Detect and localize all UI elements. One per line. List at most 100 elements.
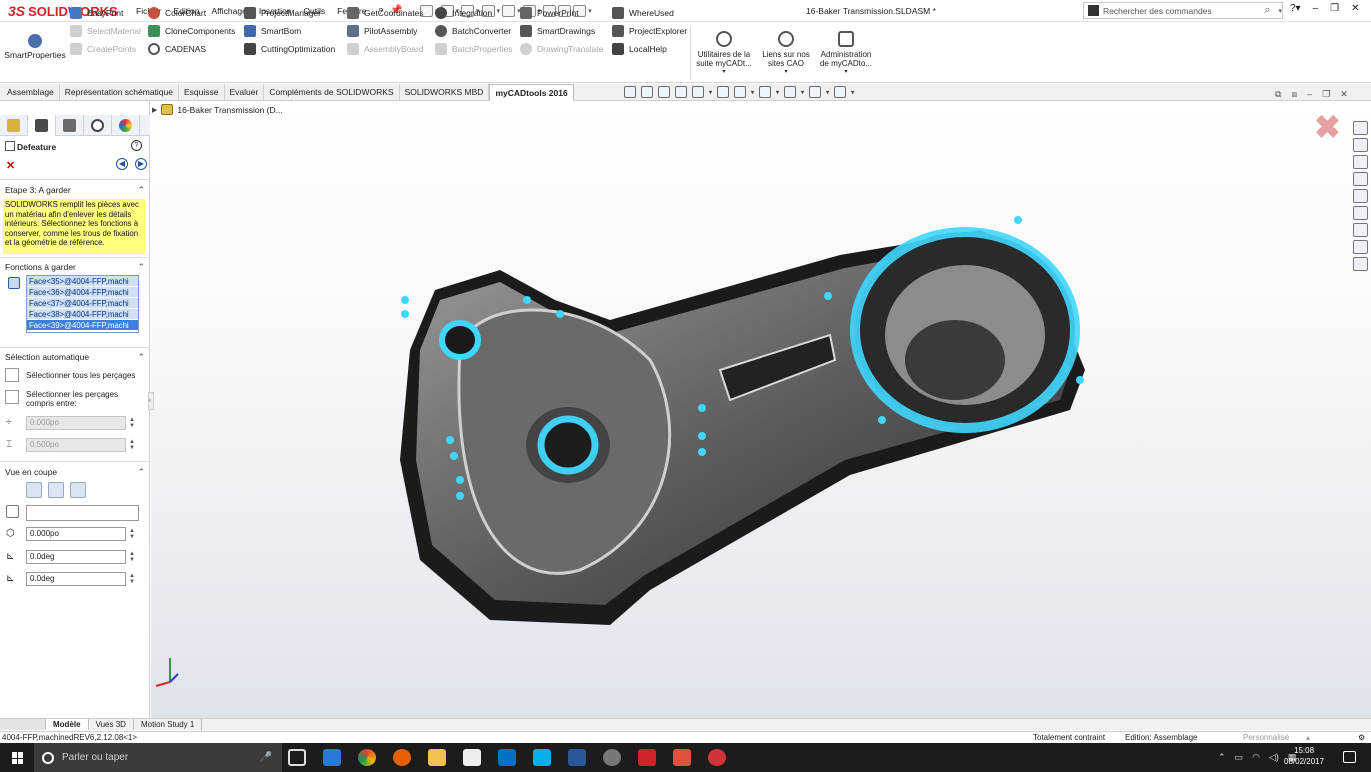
powerprint-button[interactable]: PowerPrint xyxy=(520,4,603,22)
top-plane-icon[interactable] xyxy=(48,482,64,498)
rotate-x-stepper[interactable]: ▲ ▼ xyxy=(129,551,135,563)
flyout-feature-tree[interactable]: ▶ 16-Baker Transmission (D... xyxy=(152,104,283,115)
section-reference-field[interactable] xyxy=(26,505,139,521)
restore-icon[interactable]: ❐ xyxy=(1330,3,1339,14)
tools-pane-icon[interactable] xyxy=(1353,257,1368,271)
section-view-icon[interactable] xyxy=(675,86,687,98)
dynamic-annotation-icon[interactable] xyxy=(692,86,704,98)
collapse-icon[interactable]: ⌃ xyxy=(137,467,145,478)
list-item[interactable]: Face<39>@4004-FFP,machi xyxy=(27,320,138,331)
select-holes-between-button[interactable] xyxy=(5,390,19,404)
section-view-header[interactable]: Vue en coupe ⌃ xyxy=(5,467,145,478)
network-icon[interactable]: ◠ xyxy=(1252,752,1260,763)
minimize-icon[interactable]: – xyxy=(1313,3,1319,14)
tab-feature-manager[interactable] xyxy=(0,115,28,136)
tab-dimxpert[interactable] xyxy=(84,115,112,136)
easyprint-button[interactable]: EasyPrint xyxy=(70,4,141,22)
viewport-minimize-icon[interactable]: – xyxy=(1307,89,1312,100)
tab-evaluer[interactable]: Evaluer xyxy=(225,84,265,101)
clonecomponents-button[interactable]: CloneComponents xyxy=(148,22,235,40)
getcoordinates-button[interactable]: GetCoordinates xyxy=(347,4,424,22)
file-explorer-icon[interactable] xyxy=(1353,155,1368,169)
help-icon[interactable]: ?▾ xyxy=(1290,3,1301,14)
solidworks-taskbar-icon[interactable] xyxy=(638,749,656,766)
collapse-icon[interactable]: ⌃ xyxy=(137,352,145,363)
smartdrawings-button[interactable]: SmartDrawings xyxy=(520,22,603,40)
next-arrow-icon[interactable]: ▶ xyxy=(135,158,147,170)
display-style-icon[interactable] xyxy=(734,86,747,98)
clock[interactable]: 15:08 08/02/2017 xyxy=(1284,745,1324,767)
zoom-area-icon[interactable] xyxy=(641,86,653,98)
microphone-icon[interactable]: 🎤 xyxy=(260,752,272,763)
design-library-icon[interactable] xyxy=(1353,138,1368,152)
expand-arrow-icon[interactable]: ▶ xyxy=(152,106,157,114)
colorchart-button[interactable]: ColorChart xyxy=(148,4,235,22)
viewport-split-icon[interactable]: ⧈ xyxy=(1291,89,1297,100)
app-icon[interactable] xyxy=(673,749,691,766)
windows-start-icon[interactable] xyxy=(12,752,24,764)
view-orientation-icon[interactable] xyxy=(717,86,730,98)
solidworks-resources-icon[interactable] xyxy=(1353,121,1368,135)
task-view-icon[interactable] xyxy=(288,749,306,766)
tab-scroll-arrows[interactable] xyxy=(0,719,46,730)
tab-motion-study[interactable]: Motion Study 1 xyxy=(134,719,203,730)
faces-to-keep-list[interactable]: Face<35>@4004-FFP,machi Face<36>@4004-FF… xyxy=(26,275,139,333)
select-all-holes-button[interactable] xyxy=(5,368,19,382)
mycadtools-utilities-button[interactable]: Utilitaires de la suite myCADt... ▾ xyxy=(694,28,754,77)
skype-icon[interactable] xyxy=(533,749,551,766)
whereused-button[interactable]: WhereUsed xyxy=(612,4,687,22)
integration-button[interactable]: Integration xyxy=(435,4,512,22)
cancel-icon[interactable]: ✕ xyxy=(6,159,15,172)
app-icon[interactable] xyxy=(708,749,726,766)
tab-solidworks-mbd[interactable]: SOLIDWORKS MBD xyxy=(400,84,490,101)
command-search[interactable]: Rechercher des commandes ⌕ ▾ xyxy=(1083,2,1283,19)
outlook-icon[interactable] xyxy=(498,749,516,766)
list-item[interactable]: Face<36>@4004-FFP,machi xyxy=(27,287,138,298)
tab-property-manager[interactable] xyxy=(28,115,56,136)
auto-selection-section-header[interactable]: Sélection automatique ⌃ xyxy=(5,352,145,363)
tab-display-manager[interactable] xyxy=(112,115,140,136)
chrome-icon[interactable] xyxy=(358,749,376,766)
view-settings-icon[interactable] xyxy=(834,86,847,98)
tab-representation-schematique[interactable]: Représentation schématique xyxy=(60,84,179,101)
tab-mycadtools-2016[interactable]: myCADtools 2016 xyxy=(489,84,574,101)
volume-icon[interactable]: ◁) xyxy=(1269,752,1279,763)
action-center-icon[interactable] xyxy=(1343,751,1356,763)
smartbom-button[interactable]: SmartBom xyxy=(244,22,335,40)
viewport-collapse-icon[interactable]: ⧉ xyxy=(1275,89,1281,100)
list-item[interactable]: Face<35>@4004-FFP,machi xyxy=(27,276,138,287)
store-icon[interactable] xyxy=(463,749,481,766)
tab-vues-3d[interactable]: Vues 3D xyxy=(89,719,134,730)
word-icon[interactable] xyxy=(568,749,586,766)
cad-links-button[interactable]: Liens sur nos sites CAO ▾ xyxy=(756,28,816,77)
offset-distance-field[interactable]: 0.000po xyxy=(26,527,126,541)
panel-collapse-handle[interactable]: ‹ xyxy=(148,392,154,410)
offset-distance-stepper[interactable]: ▲ ▼ xyxy=(129,528,135,540)
cancel-command-icon[interactable]: ✖ xyxy=(1314,111,1341,143)
custom-properties-icon[interactable] xyxy=(1353,206,1368,220)
cuttingoptimization-button[interactable]: CuttingOptimization xyxy=(244,40,335,58)
battery-icon[interactable]: ▭ xyxy=(1235,752,1244,763)
tab-configuration-manager[interactable] xyxy=(56,115,84,136)
batchconverter-button[interactable]: BatchConverter xyxy=(435,22,512,40)
list-item[interactable]: Face<38>@4004-FFP,machi xyxy=(27,309,138,320)
rotate-x-field[interactable]: 0.0deg xyxy=(26,550,126,564)
back-arrow-icon[interactable]: ◀ xyxy=(116,158,128,170)
rotate-y-stepper[interactable]: ▲ ▼ xyxy=(129,573,135,585)
cortana-search[interactable]: Parler ou taper 🎤 xyxy=(34,743,282,772)
viewport-restore-icon[interactable]: ❐ xyxy=(1322,89,1330,100)
firefox-icon[interactable] xyxy=(393,749,411,766)
apply-scene-icon[interactable] xyxy=(809,86,822,98)
projectmanager-button[interactable]: ProjectManager xyxy=(244,4,335,22)
search-icon[interactable]: ⌕ xyxy=(1264,4,1270,17)
status-settings-icon[interactable]: ⚙ xyxy=(1358,732,1365,743)
appearances-icon[interactable] xyxy=(1353,189,1368,203)
tab-assemblage[interactable]: Assemblage xyxy=(2,84,60,101)
pilotassembly-button[interactable]: PilotAssembly xyxy=(347,22,424,40)
rotate-y-field[interactable]: 0.0deg xyxy=(26,572,126,586)
list-item[interactable]: Face<37>@4004-FFP,machi xyxy=(27,298,138,309)
smartproperties-button[interactable]: SmartProperties xyxy=(4,34,66,60)
front-plane-icon[interactable] xyxy=(26,482,42,498)
mycadtools-admin-button[interactable]: Administration de myCADto... ▾ xyxy=(816,28,876,77)
edit-appearance-icon[interactable] xyxy=(784,86,797,98)
